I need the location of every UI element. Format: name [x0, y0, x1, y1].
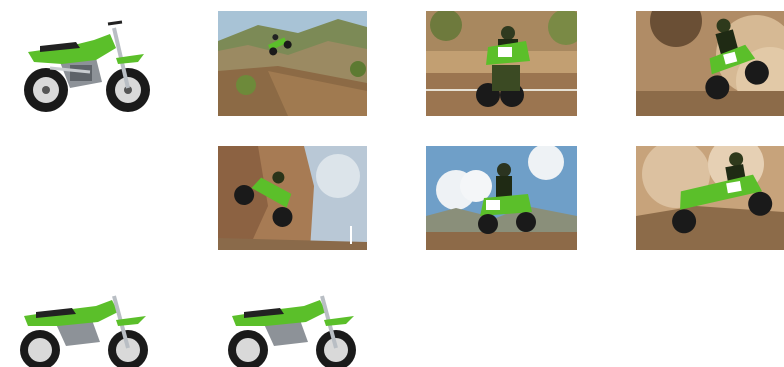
gallery-thumb-hill-jump[interactable]: [218, 11, 367, 116]
gallery-thumb-rider-sky[interactable]: [426, 146, 577, 250]
action-photo-icon: [636, 11, 784, 116]
action-photo-icon: [218, 146, 367, 250]
action-photo-icon: [426, 146, 577, 250]
gallery-thumb-rider-front[interactable]: [426, 11, 577, 116]
action-photo-icon: [218, 11, 367, 116]
gallery-thumb-bike-studio-2[interactable]: [10, 280, 158, 367]
action-photo-icon: [426, 11, 577, 116]
motorcycle-icon: [218, 280, 367, 367]
gallery-thumb-bike-studio-3[interactable]: [218, 280, 367, 367]
gallery-thumb-bike-studio-1[interactable]: [10, 10, 158, 122]
motorcycle-icon: [10, 10, 158, 122]
gallery-thumb-berm-dust[interactable]: [636, 146, 784, 250]
product-image-gallery: [0, 0, 784, 367]
gallery-thumb-cliff-whip[interactable]: [218, 146, 367, 250]
motorcycle-icon: [10, 280, 158, 367]
gallery-thumb-rider-turn[interactable]: [636, 11, 784, 116]
action-photo-icon: [636, 146, 784, 250]
